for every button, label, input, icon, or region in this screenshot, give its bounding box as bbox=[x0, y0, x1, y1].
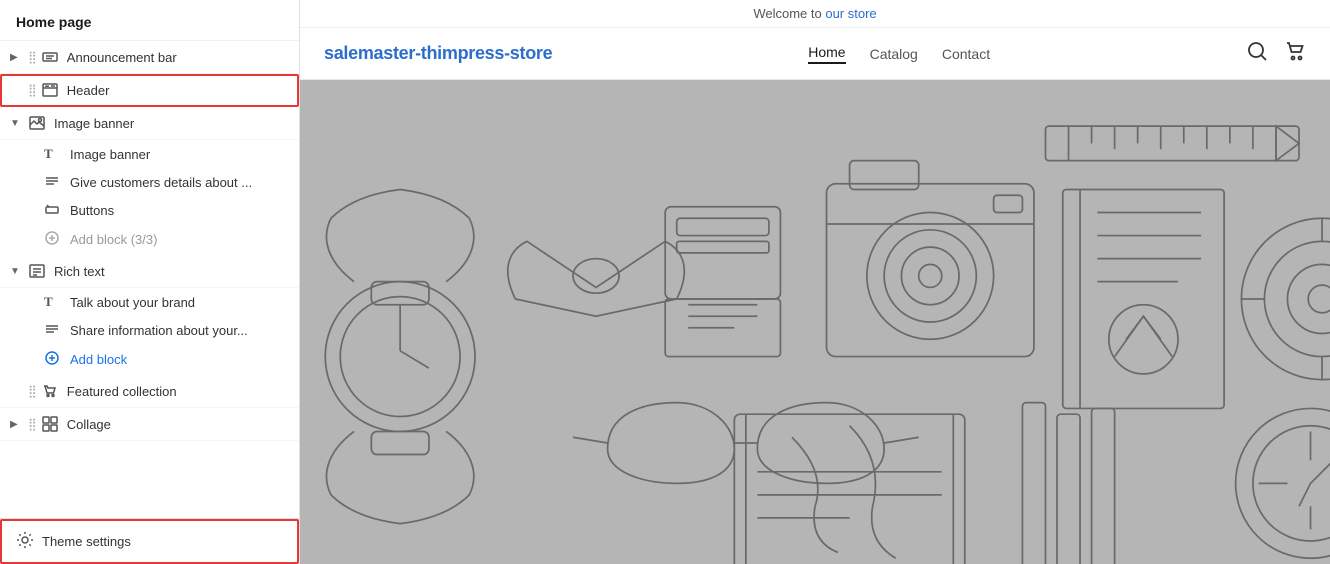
collage-label: Collage bbox=[67, 417, 287, 432]
child-share-info[interactable]: Share information about your... bbox=[0, 316, 299, 344]
child-buttons[interactable]: Buttons bbox=[0, 196, 299, 224]
rich-text-label: Rich text bbox=[54, 264, 287, 279]
buttons-label: Buttons bbox=[70, 203, 114, 218]
search-icon[interactable] bbox=[1246, 40, 1268, 67]
sidebar-item-featured-collection[interactable]: ▶ ⣿ Featured collection bbox=[0, 375, 299, 408]
toggle-icon-rich-text: ▼ bbox=[10, 266, 24, 277]
drag-handle: ⣿ bbox=[28, 50, 37, 64]
featured-collection-icon bbox=[41, 383, 59, 399]
child-give-customers[interactable]: Give customers details about ... bbox=[0, 168, 299, 196]
collage-icon bbox=[41, 416, 59, 432]
nav-icons bbox=[1246, 40, 1306, 67]
add-block-blue-label: Add block bbox=[70, 352, 127, 367]
sidebar: Home page ▶ ⣿ Announcement bar ▶ ⣿ bbox=[0, 0, 300, 564]
toggle-icon-collage: ▶ bbox=[10, 419, 24, 430]
give-customers-label: Give customers details about ... bbox=[70, 175, 252, 190]
child-talk-brand[interactable]: T Talk about your brand bbox=[0, 288, 299, 316]
featured-collection-label: Featured collection bbox=[67, 384, 287, 399]
announcement-bar-label: Announcement bar bbox=[67, 50, 287, 65]
store-logo: salemaster-thimpress-store bbox=[324, 43, 552, 64]
plus-disabled-icon bbox=[44, 230, 62, 249]
image-banner-label: Image banner bbox=[54, 116, 287, 131]
drag-handle-featured: ⣿ bbox=[28, 384, 37, 398]
nav-link-home[interactable]: Home bbox=[808, 44, 845, 64]
theme-settings-bar: Theme settings bbox=[0, 518, 299, 564]
add-block-image-banner: Add block (3/3) bbox=[0, 224, 299, 255]
lines-icon bbox=[44, 174, 62, 190]
text-t-icon-2: T bbox=[44, 294, 62, 310]
nav-link-contact[interactable]: Contact bbox=[942, 46, 990, 62]
child-image-banner-label: Image banner bbox=[70, 147, 150, 162]
sidebar-item-image-banner[interactable]: ▼ Image banner bbox=[0, 107, 299, 140]
theme-settings-icon bbox=[16, 531, 34, 552]
buttons-icon bbox=[44, 202, 62, 218]
hero-banner bbox=[300, 80, 1330, 564]
store-header: Welcome to our store salemaster-thimpres… bbox=[300, 0, 1330, 80]
store-logo-highlight: salemaster bbox=[324, 43, 415, 63]
theme-settings-button[interactable]: Theme settings bbox=[0, 519, 299, 564]
header-label: Header bbox=[67, 83, 287, 98]
image-banner-icon bbox=[28, 115, 46, 131]
drag-handle-header: ⣿ bbox=[28, 83, 37, 97]
toggle-icon: ▶ bbox=[10, 52, 24, 63]
page-title: Home page bbox=[0, 0, 299, 41]
theme-settings-label: Theme settings bbox=[42, 534, 131, 549]
plus-blue-icon bbox=[44, 350, 62, 369]
add-block-disabled-label: Add block (3/3) bbox=[70, 232, 157, 247]
nav-links: Home Catalog Contact bbox=[808, 44, 990, 64]
cart-icon[interactable] bbox=[1284, 40, 1306, 67]
drag-handle-collage: ⣿ bbox=[28, 417, 37, 431]
sidebar-item-rich-text[interactable]: ▼ Rich text bbox=[0, 255, 299, 288]
announcement-bar-preview: Welcome to our store bbox=[300, 0, 1330, 28]
talk-brand-label: Talk about your brand bbox=[70, 295, 195, 310]
sidebar-item-collage[interactable]: ▶ ⣿ Collage bbox=[0, 408, 299, 441]
store-logo-rest: -thimpress-store bbox=[415, 43, 552, 63]
announcement-bar-icon bbox=[41, 49, 59, 65]
share-info-label: Share information about your... bbox=[70, 323, 248, 338]
text-t-icon: T bbox=[44, 146, 62, 162]
header-icon bbox=[41, 82, 59, 98]
child-image-banner[interactable]: T Image banner bbox=[0, 140, 299, 168]
sidebar-scroll: ▶ ⣿ Announcement bar ▶ ⣿ bbox=[0, 41, 299, 564]
lines-icon-2 bbox=[44, 322, 62, 338]
sidebar-item-announcement-bar[interactable]: ▶ ⣿ Announcement bar bbox=[0, 41, 299, 74]
announcement-link[interactable]: our store bbox=[825, 6, 876, 21]
preview-area: Welcome to our store salemaster-thimpres… bbox=[300, 0, 1330, 564]
add-block-rich-text[interactable]: Add block bbox=[0, 344, 299, 375]
store-nav: salemaster-thimpress-store Home Catalog … bbox=[300, 28, 1330, 79]
sidebar-item-header[interactable]: ▶ ⣿ Header bbox=[0, 74, 299, 107]
announcement-text: Welcome to bbox=[753, 6, 825, 21]
rich-text-icon bbox=[28, 263, 46, 279]
nav-link-catalog[interactable]: Catalog bbox=[870, 46, 918, 62]
toggle-icon-image-banner: ▼ bbox=[10, 118, 24, 129]
